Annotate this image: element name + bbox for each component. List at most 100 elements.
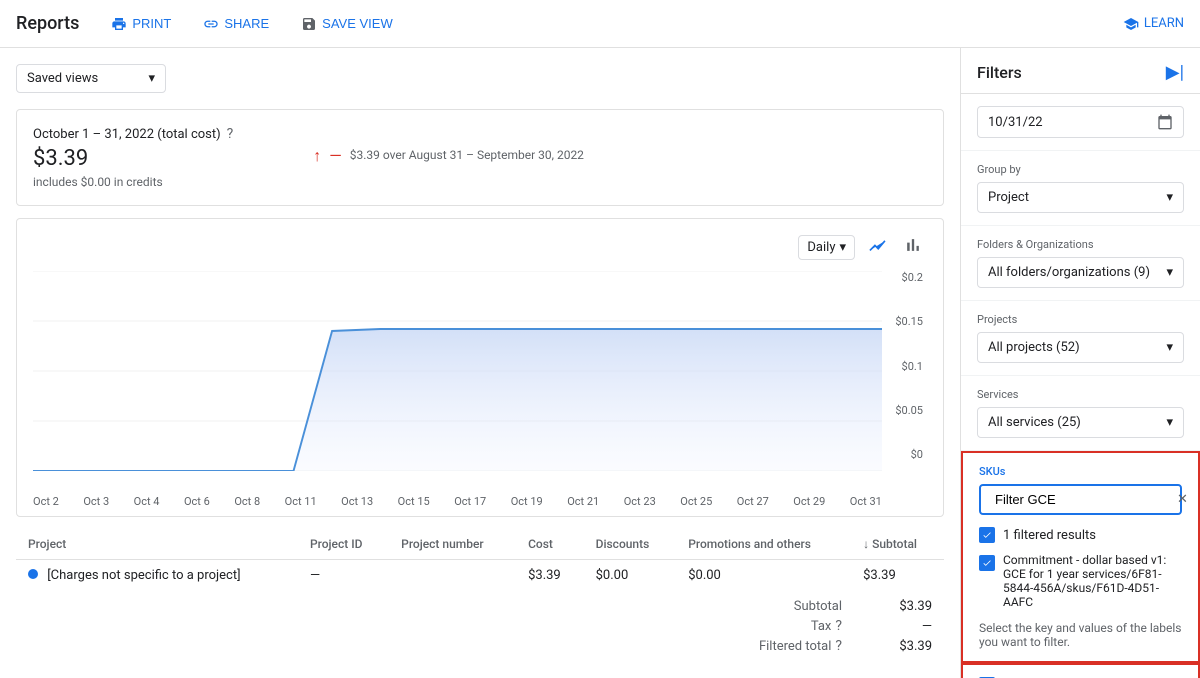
- sku-search-input[interactable]: [995, 492, 1171, 507]
- discounts-cell: $0.00: [584, 560, 677, 592]
- projects-section: Projects All projects (52) ▾: [961, 301, 1200, 376]
- share-button[interactable]: SHARE: [195, 12, 277, 36]
- col-project-number: Project number: [389, 529, 516, 560]
- credits-section: Credits ▴ Discounts ?: [961, 663, 1200, 678]
- col-promotions: Promotions and others: [676, 529, 851, 560]
- chart-container: Daily ▾: [16, 218, 944, 517]
- line-chart-icon[interactable]: [863, 231, 891, 263]
- page-title: Reports: [16, 13, 79, 34]
- sku-all-checkbox[interactable]: [979, 527, 995, 543]
- cost-change: ↑ — $3.39 over August 31 – September 30,…: [313, 126, 584, 166]
- filtered-total-row: Filtered total ? $3.39: [759, 638, 932, 654]
- cost-dash: —: [329, 146, 342, 165]
- tax-label: Tax ?: [811, 618, 842, 634]
- sku-hint: Select the key and values of the labels …: [979, 621, 1182, 649]
- sort-icon: ↓: [863, 537, 869, 551]
- content-area: Saved views ▾ October 1 – 31, 2022 (tota…: [0, 48, 960, 678]
- sidebar-title: Filters: [977, 63, 1022, 82]
- skus-section: SKUs ✕ 1 filtered results Commitment - d…: [961, 451, 1200, 663]
- services-section: Services All services (25) ▾: [961, 376, 1200, 451]
- services-label: Services: [977, 388, 1184, 401]
- sku-item-text: Commitment - dollar based v1: GCE for 1 …: [1003, 553, 1182, 609]
- cost-cell: $3.39: [516, 560, 584, 592]
- chart-toolbar: Daily ▾: [33, 231, 927, 263]
- tax-row: Tax ? —: [811, 618, 932, 634]
- filtered-total-label: Filtered total ?: [759, 638, 842, 654]
- tax-value: —: [882, 619, 932, 634]
- sku-item: Commitment - dollar based v1: GCE for 1 …: [979, 547, 1182, 615]
- folders-chevron-icon: ▾: [1166, 265, 1173, 280]
- saved-views-row: Saved views ▾: [16, 64, 944, 93]
- chart-period-select[interactable]: Daily ▾: [798, 235, 855, 260]
- subtotal-cell: $3.39: [851, 560, 944, 592]
- project-cell: [Charges not specific to a project]: [16, 560, 298, 592]
- cost-main: October 1 – 31, 2022 (total cost) ? $3.3…: [33, 126, 233, 189]
- col-subtotal: ↓ Subtotal: [851, 529, 944, 560]
- date-filter-section: 10/31/22: [961, 94, 1200, 151]
- main-layout: Saved views ▾ October 1 – 31, 2022 (tota…: [0, 48, 1200, 678]
- bar-chart-icon[interactable]: [899, 231, 927, 263]
- project-id-cell: —: [298, 560, 389, 592]
- skus-label: SKUs: [979, 465, 1182, 478]
- col-project: Project: [16, 529, 298, 560]
- folders-select[interactable]: All folders/organizations (9) ▾: [977, 257, 1184, 288]
- period-chevron-down-icon: ▾: [839, 240, 846, 255]
- cost-summary: October 1 – 31, 2022 (total cost) ? $3.3…: [16, 109, 944, 206]
- subtotal-label: Subtotal: [794, 599, 842, 614]
- chevron-down-icon: ▾: [148, 71, 155, 86]
- learn-button[interactable]: LEARN: [1123, 16, 1184, 32]
- sku-clear-icon[interactable]: ✕: [1177, 492, 1188, 507]
- chart-area: $0.2 $0.15 $0.1 $0.05 $0: [33, 271, 927, 491]
- projects-chevron-icon: ▾: [1166, 340, 1173, 355]
- table-footer: Subtotal $3.39 Tax ? — Filtered total ? …: [16, 591, 944, 662]
- sku-filter-result: 1 filtered results: [979, 523, 1182, 547]
- folders-label: Folders & Organizations: [977, 238, 1184, 251]
- promotions-cell: $0.00: [676, 560, 851, 592]
- services-chevron-icon: ▾: [1166, 415, 1173, 430]
- learn-icon: [1123, 16, 1139, 32]
- calendar-icon: [1157, 114, 1173, 130]
- sidebar-header: Filters ▶|: [961, 48, 1200, 94]
- sku-search-box[interactable]: ✕: [979, 484, 1182, 515]
- group-by-section: Group by Project ▾: [961, 151, 1200, 226]
- cost-amount: $3.39: [33, 146, 233, 171]
- services-select[interactable]: All services (25) ▾: [977, 407, 1184, 438]
- project-dot: [28, 569, 38, 579]
- col-project-id: Project ID: [298, 529, 389, 560]
- filtered-total-help-icon[interactable]: ?: [835, 638, 842, 654]
- cost-comparison: $3.39 over August 31 – September 30, 202…: [350, 148, 584, 162]
- save-icon: [301, 16, 317, 32]
- topbar: Reports PRINT SHARE SAVE VIEW LEARN: [0, 0, 1200, 48]
- print-icon: [111, 16, 127, 32]
- col-discounts: Discounts: [584, 529, 677, 560]
- chart-y-labels: $0.2 $0.15 $0.1 $0.05 $0: [887, 271, 927, 461]
- col-cost: Cost: [516, 529, 584, 560]
- cost-help-icon[interactable]: ?: [227, 126, 234, 142]
- save-view-button[interactable]: SAVE VIEW: [293, 12, 401, 36]
- cost-credits: includes $0.00 in credits: [33, 175, 233, 189]
- table-row: [Charges not specific to a project] — $3…: [16, 560, 944, 592]
- share-icon: [203, 16, 219, 32]
- saved-views-select[interactable]: Saved views ▾: [16, 64, 166, 93]
- chart-svg: [33, 271, 882, 471]
- group-by-label: Group by: [977, 163, 1184, 176]
- subtotal-value: $3.39: [882, 599, 932, 614]
- projects-label: Projects: [977, 313, 1184, 326]
- folders-section: Folders & Organizations All folders/orga…: [961, 226, 1200, 301]
- sku-item-checkbox[interactable]: [979, 555, 995, 571]
- cost-up-arrow-icon: ↑: [313, 146, 321, 166]
- print-button[interactable]: PRINT: [103, 12, 179, 36]
- expand-sidebar-icon[interactable]: ▶|: [1166, 62, 1184, 83]
- date-filter[interactable]: 10/31/22: [977, 106, 1184, 138]
- tax-help-icon[interactable]: ?: [835, 618, 842, 634]
- chart-x-labels: Oct 2 Oct 3 Oct 4 Oct 6 Oct 8 Oct 11 Oct…: [33, 491, 882, 516]
- projects-select[interactable]: All projects (52) ▾: [977, 332, 1184, 363]
- project-number-cell: [389, 560, 516, 592]
- data-table: Project Project ID Project number Cost D…: [16, 529, 944, 591]
- group-by-select[interactable]: Project ▾: [977, 182, 1184, 213]
- group-by-chevron-icon: ▾: [1166, 190, 1173, 205]
- cost-period: October 1 – 31, 2022 (total cost) ?: [33, 126, 233, 142]
- filtered-total-value: $3.39: [882, 639, 932, 654]
- sidebar: Filters ▶| 10/31/22 Group by Project ▾ F…: [960, 48, 1200, 678]
- subtotal-row: Subtotal $3.39: [794, 599, 932, 614]
